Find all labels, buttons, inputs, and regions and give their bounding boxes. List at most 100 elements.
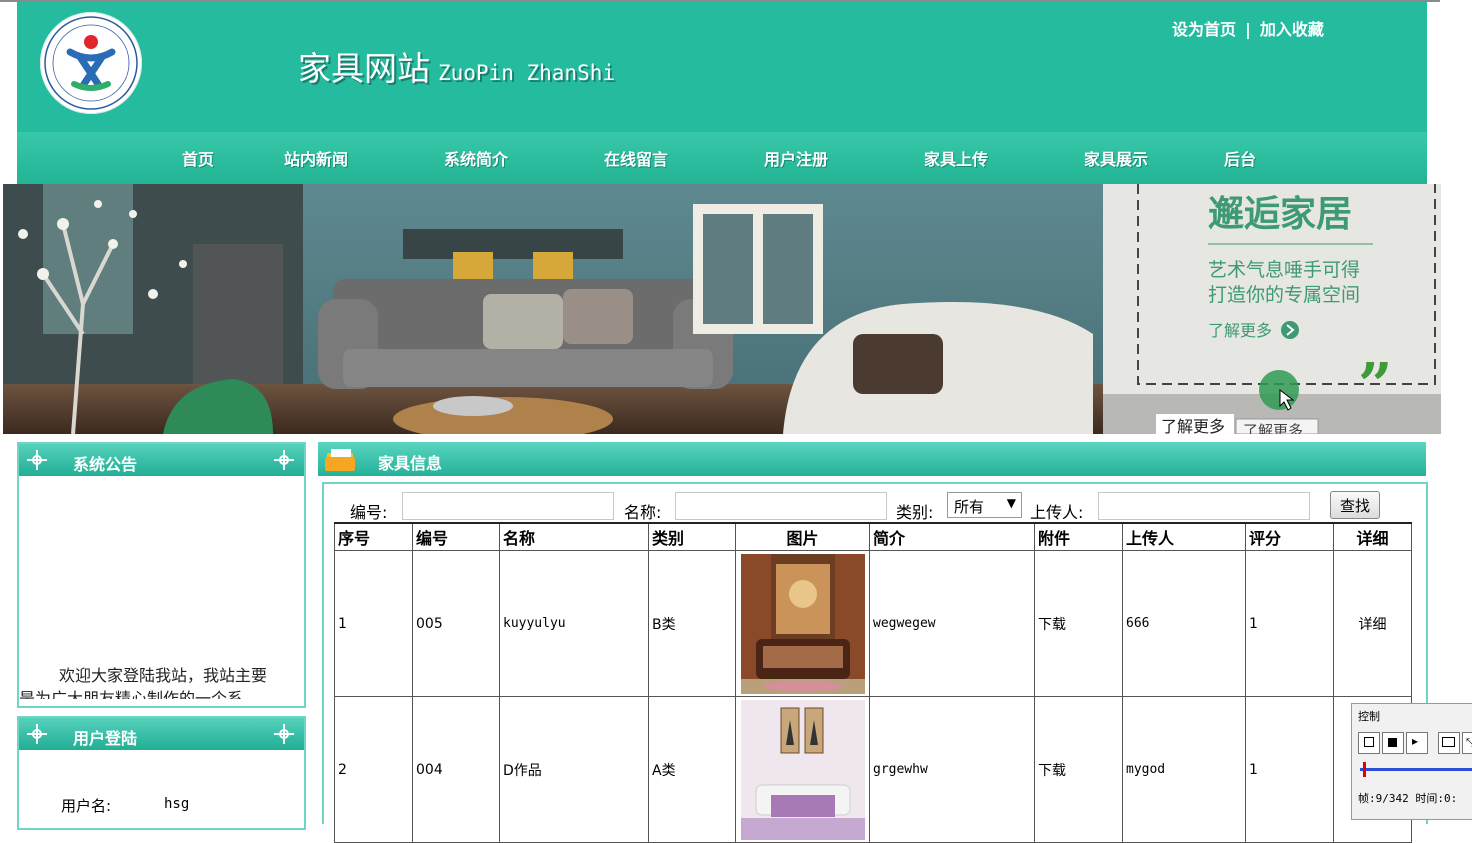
col-header-detail: 详细: [1333, 522, 1412, 551]
uploader-label: 上传人:: [1030, 503, 1084, 522]
arrow-right-icon: [1281, 321, 1299, 339]
add-favorite-link[interactable]: 加入收藏: [1260, 20, 1324, 39]
search-button[interactable]: 查找: [1330, 491, 1380, 519]
top-links: 设为首页 | 加入收藏: [1172, 16, 1324, 40]
nav-item-home[interactable]: 首页: [182, 146, 214, 170]
download-link[interactable]: 下载: [1034, 696, 1123, 843]
nav-item-about[interactable]: 系统简介: [444, 146, 508, 170]
banner-line-1: 艺术气息唾手可得: [1208, 259, 1360, 281]
top-links-separator: |: [1245, 20, 1251, 39]
nav-item-register[interactable]: 用户注册: [764, 146, 828, 170]
cell-name: D作品: [499, 696, 649, 843]
flourish-left-icon: [27, 450, 47, 470]
flourish-right-icon: [274, 724, 294, 744]
name-input[interactable]: [675, 492, 887, 520]
furniture-info-title: 家具信息: [378, 454, 443, 473]
frame-status-text: 帧:9/342 时间:0:: [1358, 792, 1458, 805]
cell-image: [735, 696, 870, 843]
flourish-left-icon: [27, 724, 47, 744]
detail-link[interactable]: 详细: [1333, 550, 1412, 697]
pause-button[interactable]: [1358, 732, 1380, 754]
name-label: 名称:: [624, 503, 662, 522]
fullscreen-icon: ⤡: [1466, 736, 1472, 749]
col-header-image: 图片: [735, 522, 870, 551]
col-header-name: 名称: [499, 522, 649, 551]
banner-headline: 邂逅家居: [1208, 194, 1352, 235]
furniture-thumbnail-image[interactable]: [740, 553, 865, 694]
next-frame-icon: ▸: [1412, 734, 1419, 748]
set-homepage-link[interactable]: 设为首页: [1172, 20, 1236, 39]
col-header-code: 编号: [412, 522, 500, 551]
cell-seq: 1: [334, 550, 413, 697]
fullscreen-button[interactable]: ⤡: [1462, 732, 1472, 754]
username-value: hsg: [164, 796, 190, 812]
site-logo[interactable]: [40, 12, 142, 114]
banner-tab-2[interactable]: 了解更多: [1243, 422, 1303, 434]
nav-item-news[interactable]: 站内新闻: [284, 146, 348, 170]
banner-tab-1[interactable]: 了解更多: [1161, 417, 1225, 434]
nav-item-guestbook[interactable]: 在线留言: [604, 146, 668, 170]
table-row: 1 005 kuyyulyu B类 wegwegew 下载 666 1 详细: [334, 550, 1412, 697]
cell-uploader: mygod: [1122, 696, 1246, 843]
control-popup-title: 控制: [1358, 710, 1380, 723]
notice-panel-header: 系统公告: [19, 444, 304, 476]
fit-window-icon: [1442, 737, 1455, 747]
table-header-row: 序号 编号 名称 类别 图片 简介 附件 上传人 评分 详细: [334, 522, 1412, 551]
login-panel: 用户登陆 用户名: hsg: [17, 716, 306, 830]
notice-text-continued: 是为广大朋友精心制作的一个系: [19, 689, 244, 699]
progress-handle[interactable]: [1363, 762, 1366, 777]
login-panel-title: 用户登陆: [73, 729, 138, 748]
cell-category: A类: [648, 696, 736, 843]
furniture-info-header: 家具信息: [318, 442, 1426, 476]
hero-banner[interactable]: 邂逅家居 艺术气息唾手可得 打造你的专属空间 了解更多 ” 了解更多 了解更多: [3, 184, 1441, 434]
furniture-table: 序号 编号 名称 类别 图片 简介 附件 上传人 评分 详细 1 005 kuy…: [334, 522, 1412, 843]
stop-icon: [1388, 738, 1397, 747]
cell-code: 005: [412, 550, 500, 697]
username-label: 用户名:: [61, 797, 112, 815]
nav-item-upload[interactable]: 家具上传: [924, 146, 988, 170]
table-row: 2 004 D作品 A类 grgewhw 下载 mygod 1: [334, 696, 1412, 843]
logo-emblem-icon: [44, 16, 138, 110]
cell-image: [735, 550, 870, 697]
pause-icon: [1364, 737, 1374, 747]
nav-item-admin[interactable]: 后台: [1224, 146, 1256, 170]
main-nav: 首页 站内新闻 系统简介 在线留言 用户注册 家具上传 家具展示 后台: [17, 132, 1427, 184]
cell-score: 1: [1245, 696, 1334, 843]
col-header-score: 评分: [1245, 522, 1334, 551]
chevron-down-icon: ▼: [1006, 496, 1016, 510]
folder-icon: [325, 449, 355, 471]
playback-control-popup[interactable]: 控制 ▸ ⤡ 帧:9/342 时间:0:: [1351, 703, 1472, 820]
banner-line-2: 打造你的专属空间: [1208, 284, 1360, 306]
site-title-text: 家具网站: [298, 49, 430, 88]
nav-item-showcase[interactable]: 家具展示: [1084, 146, 1148, 170]
site-title: 家具网站 ZuoPin ZhanShi: [298, 42, 615, 90]
flourish-right-icon: [274, 450, 294, 470]
next-frame-button[interactable]: ▸: [1406, 732, 1428, 754]
cell-code: 004: [412, 696, 500, 843]
notice-panel: 系统公告 欢迎大家登陆我站，我站主要 是为广大朋友精心制作的一个系: [17, 442, 306, 708]
stop-button[interactable]: [1382, 732, 1404, 754]
banner-more-link[interactable]: 了解更多: [1208, 321, 1272, 340]
col-header-category: 类别: [648, 522, 736, 551]
col-header-attachment: 附件: [1034, 522, 1123, 551]
banner-living-room-image: 邂逅家居 艺术气息唾手可得 打造你的专属空间 了解更多 ” 了解更多 了解更多: [3, 184, 1441, 434]
category-select[interactable]: 所有 ▼: [947, 492, 1022, 518]
cell-score: 1: [1245, 550, 1334, 697]
cell-name: kuyyulyu: [499, 550, 649, 697]
code-label: 编号:: [350, 503, 388, 522]
fit-window-button[interactable]: [1438, 732, 1460, 754]
cell-uploader: 666: [1122, 550, 1246, 697]
quote-mark-icon: ”: [1358, 351, 1393, 421]
uploader-input[interactable]: [1098, 492, 1310, 520]
category-select-value: 所有: [954, 498, 985, 516]
furniture-thumbnail-image[interactable]: [740, 699, 865, 840]
col-header-uploader: 上传人: [1122, 522, 1246, 551]
col-header-intro: 简介: [869, 522, 1035, 551]
notice-panel-title: 系统公告: [73, 455, 138, 474]
cell-intro: wegwegew: [869, 550, 1035, 697]
progress-track[interactable]: [1360, 768, 1472, 771]
cell-intro: grgewhw: [869, 696, 1035, 843]
download-link[interactable]: 下载: [1034, 550, 1123, 697]
site-subtitle: ZuoPin ZhanShi: [438, 61, 616, 85]
code-input[interactable]: [402, 492, 614, 520]
